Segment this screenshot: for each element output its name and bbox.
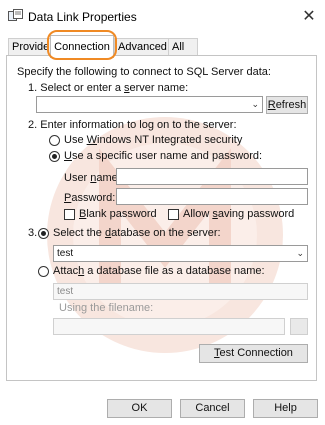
database-combo[interactable]: test ⌄ (53, 245, 308, 262)
refresh-button[interactable]: Refresh (266, 96, 308, 114)
password-label: Password: (64, 192, 116, 204)
specific-user-radio[interactable] (49, 151, 60, 162)
cancel-button[interactable]: Cancel (180, 399, 245, 418)
user-name-field[interactable] (116, 168, 308, 185)
specific-user-label: Use a specific user name and password: (64, 150, 263, 162)
attach-database-label: Attach a database file as a database nam… (53, 265, 265, 277)
attach-database-radio[interactable] (38, 266, 49, 277)
tab-advanced[interactable]: Advanced (114, 38, 170, 56)
ok-button[interactable]: OK (107, 399, 172, 418)
blank-password-checkbox[interactable] (64, 209, 75, 220)
password-field[interactable] (116, 188, 308, 205)
windows-auth-label: Use Windows NT Integrated security (64, 134, 243, 146)
windows-auth-radio[interactable] (49, 135, 60, 146)
window-title: Data Link Properties (28, 10, 137, 24)
server-name-combo[interactable]: ⌄ (36, 96, 263, 113)
step3-number: 3. (28, 227, 38, 239)
filename-label: Using the filename: (59, 302, 154, 314)
tab-highlight-annotation (47, 30, 117, 60)
browse-button[interactable] (290, 318, 308, 335)
attach-database-name-field[interactable]: test (53, 283, 308, 300)
filename-field[interactable] (53, 318, 285, 335)
tab-all[interactable]: All (168, 38, 198, 56)
help-button[interactable]: Help (253, 399, 318, 418)
blank-password-label: Blank password (79, 208, 157, 220)
chevron-down-icon[interactable]: ⌄ (296, 246, 304, 261)
test-connection-button[interactable]: Test Connection (199, 344, 308, 363)
data-link-icon (8, 9, 23, 21)
select-database-label: Select the database on the server: (53, 227, 221, 239)
user-name-label: User name: (64, 172, 121, 184)
step1-label: 1. Select or enter a server name: (28, 82, 189, 94)
step2-label: 2. Enter information to log on to the se… (28, 119, 237, 131)
allow-saving-label: Allow saving password (183, 208, 295, 220)
close-icon[interactable]: ✕ (300, 6, 318, 26)
allow-saving-checkbox[interactable] (168, 209, 179, 220)
chevron-down-icon[interactable]: ⌄ (251, 97, 259, 112)
intro-text: Specify the following to connect to SQL … (17, 66, 271, 78)
select-database-radio[interactable] (38, 228, 49, 239)
